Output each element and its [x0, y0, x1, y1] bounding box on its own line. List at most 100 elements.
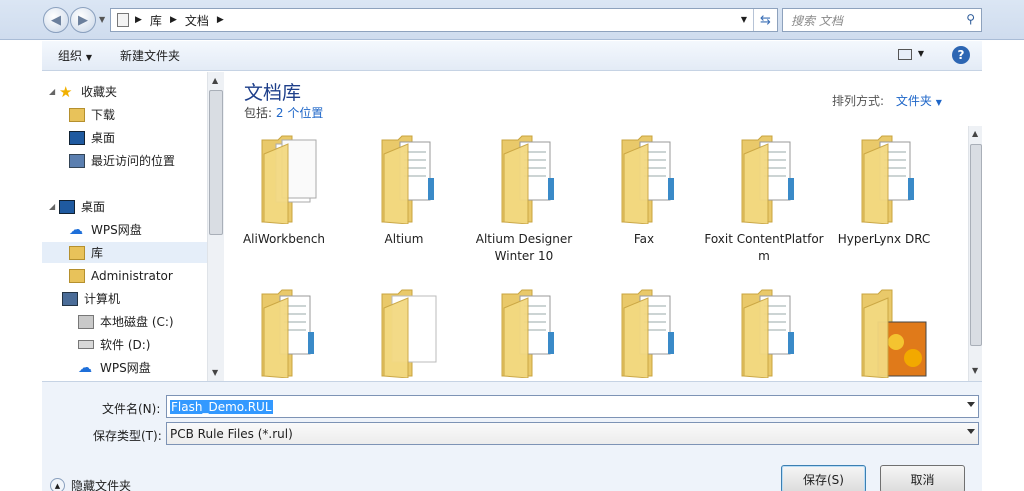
nav-wps-cloud[interactable]: ☁ WPS网盘 — [42, 219, 207, 240]
folder-icon[interactable] — [498, 286, 568, 379]
filetype-select[interactable]: PCB Rule Files (*.rul) — [166, 422, 979, 445]
folder-item[interactable]: Altium Designer Winter 10 — [464, 231, 584, 265]
folder-icon — [258, 132, 328, 225]
save-options-panel: 文件名(N): Flash_Demo.RUL 保存类型(T): PCB Rule… — [42, 381, 982, 491]
cancel-button[interactable]: 取消 — [880, 465, 965, 491]
folder-item[interactable]: AliWorkbench — [224, 231, 344, 248]
windows-drive-icon — [78, 314, 94, 329]
hide-folders-toggle[interactable]: ▲ 隐藏文件夹 — [50, 477, 131, 491]
folder-icon[interactable] — [738, 286, 808, 379]
nav-favorites[interactable]: ◢ ★ 收藏夹 — [42, 81, 207, 102]
folder-name: HyperLynx DRC — [837, 232, 931, 246]
nav-label: WPS网盘 — [100, 361, 151, 375]
expand-arrow-icon[interactable]: ◢ — [49, 202, 59, 211]
folder-name: Altium Designer Winter 10 — [475, 232, 573, 263]
organize-label: 组织 — [58, 49, 83, 63]
recent-pages-dropdown-icon[interactable]: ▼ — [99, 15, 105, 24]
user-folder-icon — [69, 268, 85, 283]
breadcrumb-chevron-icon[interactable]: ▶ — [217, 15, 224, 25]
collapse-up-icon: ▲ — [50, 478, 65, 491]
nav-label: 软件 (D:) — [100, 338, 151, 352]
nav-library[interactable]: 库 — [42, 242, 207, 263]
breadcrumb-chevron-icon[interactable]: ▶ — [135, 15, 142, 25]
nav-label: WPS网盘 — [91, 223, 142, 237]
folder-item[interactable]: HyperLynx DRC — [824, 231, 944, 248]
content-scroll-thumb[interactable] — [970, 144, 982, 346]
content-scrollbar[interactable]: ▲ ▼ — [968, 126, 982, 381]
folder-item[interactable]: Fax — [584, 231, 704, 248]
filename-input[interactable]: Flash_Demo.RUL — [166, 395, 979, 418]
address-field[interactable]: ▶ 库 ▶ 文档 ▶ ▼ ⇆ — [110, 8, 778, 32]
computer-icon — [62, 291, 78, 306]
breadcrumb-chevron-icon[interactable]: ▶ — [170, 15, 177, 25]
filetype-value: PCB Rule Files (*.rul) — [170, 426, 293, 441]
nav-label: 桌面 — [91, 131, 116, 145]
filename-label: 文件名(N): — [102, 402, 161, 416]
nav-label: 最近访问的位置 — [91, 154, 176, 168]
nav-computer[interactable]: 计算机 — [42, 288, 207, 309]
view-options-icon[interactable] — [898, 49, 912, 60]
folder-icon — [618, 132, 688, 225]
folder-item[interactable]: Altium — [344, 231, 464, 248]
back-arrow-icon: ◀ — [51, 12, 61, 28]
hide-folders-label: 隐藏文件夹 — [71, 479, 132, 491]
nav-recent-places[interactable]: 最近访问的位置 — [42, 150, 207, 171]
folder-name: Altium — [384, 232, 424, 246]
includes-locations-link[interactable]: 2 个位置 — [276, 106, 323, 120]
folder-icon — [498, 132, 568, 225]
document-folder-icon[interactable] — [378, 286, 448, 379]
pictures-folder-icon[interactable] — [858, 286, 928, 379]
new-folder-button[interactable]: 新建文件夹 — [120, 47, 180, 64]
help-icon[interactable]: ? — [952, 46, 970, 64]
search-placeholder: 搜索 文档 — [791, 13, 843, 28]
nav-wps-cloud-2[interactable]: ☁ WPS网盘 — [42, 357, 207, 378]
folder-name: Foxit ContentPlatfor m — [704, 232, 824, 263]
forward-button[interactable]: ▶ — [70, 7, 96, 33]
chevron-down-icon[interactable] — [967, 429, 975, 434]
folder-item[interactable]: Foxit ContentPlatfor m — [704, 231, 824, 265]
nav-administrator[interactable]: Administrator — [42, 265, 207, 286]
arrange-by: 排列方式: 文件夹 ▼ — [832, 92, 942, 109]
includes-label: 包括: — [244, 106, 273, 120]
scroll-down-icon[interactable]: ▼ — [212, 368, 218, 377]
chevron-down-icon[interactable] — [967, 402, 975, 407]
scroll-down-icon[interactable]: ▼ — [972, 366, 978, 375]
view-dropdown-icon[interactable]: ▼ — [918, 49, 924, 58]
arrange-by-dropdown[interactable]: 文件夹 ▼ — [896, 94, 942, 108]
expand-arrow-icon[interactable]: ◢ — [49, 87, 59, 96]
scroll-up-icon[interactable]: ▲ — [972, 129, 978, 138]
search-input[interactable]: 搜索 文档 ⚲ — [782, 8, 982, 32]
breadcrumb-documents[interactable]: 文档 — [185, 12, 209, 29]
nav-label: 本地磁盘 (C:) — [100, 315, 174, 329]
nav-downloads[interactable]: 下载 — [42, 104, 207, 125]
chevron-down-icon: ▼ — [935, 98, 942, 107]
nav-desktop[interactable]: ◢ 桌面 — [42, 196, 207, 217]
folder-icon — [738, 132, 808, 225]
desktop-icon — [59, 199, 75, 214]
breadcrumb-library[interactable]: 库 — [150, 12, 162, 29]
back-button[interactable]: ◀ — [43, 7, 69, 33]
includes-text: 包括: 2 个位置 — [244, 104, 323, 121]
library-icon — [69, 245, 85, 260]
nav-local-disk-c[interactable]: 本地磁盘 (C:) — [42, 311, 207, 332]
cloud-icon: ☁ — [69, 221, 83, 238]
save-button[interactable]: 保存(S) — [781, 465, 866, 491]
folder-icon[interactable] — [258, 286, 328, 379]
nav-scroll-thumb[interactable] — [209, 90, 223, 235]
refresh-icon[interactable]: ⇆ — [753, 9, 777, 31]
organize-button[interactable]: 组织 ▼ — [58, 47, 92, 64]
nav-drive-d[interactable]: 软件 (D:) — [42, 334, 207, 355]
address-dropdown-icon[interactable]: ▼ — [741, 15, 747, 24]
nav-scrollbar[interactable]: ▲ ▼ — [207, 72, 224, 381]
nav-label: Administrator — [91, 268, 173, 283]
nav-label: 下载 — [91, 108, 116, 122]
drive-icon — [78, 340, 94, 349]
folder-icon[interactable] — [618, 286, 688, 379]
recent-places-icon — [69, 153, 85, 168]
command-toolbar: 组织 ▼ 新建文件夹 ▼ ? — [42, 41, 982, 71]
arrange-value: 文件夹 — [895, 94, 932, 108]
folder-name: AliWorkbench — [242, 232, 326, 246]
scroll-up-icon[interactable]: ▲ — [212, 76, 218, 85]
search-icon[interactable]: ⚲ — [966, 12, 975, 26]
nav-desktop-favorite[interactable]: 桌面 — [42, 127, 207, 148]
